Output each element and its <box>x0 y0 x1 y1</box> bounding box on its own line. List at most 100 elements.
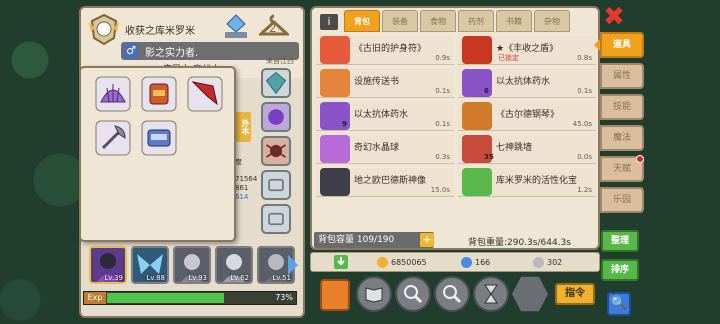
magnifier-icon <box>404 285 423 304</box>
gem-amount: 166 <box>461 255 490 271</box>
side-tab[interactable]: 属性 <box>600 63 644 89</box>
backpack-capacity: 背包容量 109/190 <box>314 232 434 248</box>
gem-pedestal-icon[interactable] <box>221 12 251 42</box>
notification-dot <box>636 155 644 163</box>
item-status: 已锁定 <box>498 54 519 62</box>
tab-equipment[interactable]: 装备 <box>382 10 418 32</box>
purple-gem-slot-icon[interactable] <box>261 102 291 132</box>
stat-value: 度 <box>235 158 242 166</box>
party-level: Lv.88 <box>146 274 165 282</box>
yellow-tab-label: 外 <box>241 119 250 127</box>
item-weight: 0.3s <box>435 153 450 161</box>
spider-slot-icon[interactable] <box>261 136 291 166</box>
empty-slot-icon[interactable] <box>261 204 291 234</box>
item-weight: 0.1s <box>435 87 450 95</box>
inventory-item[interactable]: 《古尔德钢琴》 45.0s <box>458 102 596 131</box>
side-tab[interactable]: 魔法 <box>600 125 644 151</box>
order-button[interactable]: 排序 <box>601 259 639 281</box>
inventory-item[interactable]: ★《丰收之盾》 已锁定 0.8s <box>458 36 596 65</box>
male-icon: ♂ <box>123 43 139 59</box>
exp-label: Exp <box>84 292 106 304</box>
diamond-icon <box>461 257 472 268</box>
backpack-weight: 背包重量:290.3s/644.3s <box>468 238 571 248</box>
party-member[interactable]: Lv.39 <box>89 246 127 284</box>
side-tab-label: 道具 <box>612 40 631 50</box>
item-weight: 1.2s <box>577 186 592 194</box>
side-tab[interactable]: 乐园 <box>600 187 644 213</box>
item-icon <box>320 135 350 163</box>
book-action-button[interactable] <box>356 276 392 312</box>
inventory-item[interactable]: 设施传送书 0.1s <box>316 69 454 98</box>
party-member[interactable]: Lv.88 <box>131 246 169 284</box>
search-action-button[interactable] <box>395 276 431 312</box>
item-name: 库米罗米的活性化宝 <box>496 176 578 186</box>
item-name: 以太抗体药水 <box>354 110 409 120</box>
gold-value: 6850065 <box>391 258 427 267</box>
inventory-item[interactable]: 奇幻水晶球 0.3s <box>316 135 454 164</box>
character-title: 收获之库米罗米 <box>125 26 195 37</box>
yellow-tab[interactable]: 外本 <box>235 112 251 142</box>
item-quantity: 9 <box>342 120 347 128</box>
expand-capacity-button[interactable]: + <box>420 233 434 247</box>
gem-slot-icon[interactable] <box>261 68 291 98</box>
inventory-panel: i 背包 装备 食物 药剂 书籍 杂物 《古旧的护身符》 0.9s ★《丰收之盾》已… <box>310 6 600 250</box>
item-icon <box>320 36 350 64</box>
red-weapon-icon[interactable] <box>187 76 223 112</box>
side-tab[interactable]: 道具 <box>594 32 644 58</box>
character-name: 影之实力者. <box>145 48 199 59</box>
command-button[interactable]: 指令 <box>555 283 595 305</box>
inspect-action-button[interactable] <box>434 276 470 312</box>
side-tab-label: 魔法 <box>612 133 631 143</box>
item-weight: 15.0s <box>430 186 450 194</box>
stat-value: 71564 <box>235 175 258 183</box>
side-tab-label: 天赋 <box>612 164 631 174</box>
tab-books[interactable]: 书籍 <box>496 10 532 32</box>
inventory-item[interactable]: 6 以太抗体药水 0.1s <box>458 69 596 98</box>
info-icon[interactable]: i <box>320 14 338 30</box>
hanger-icon[interactable]: 2 <box>259 12 289 42</box>
side-tab[interactable]: 天赋 <box>600 155 644 182</box>
hourglass-icon <box>484 284 498 304</box>
item-quantity: 35 <box>484 153 494 161</box>
medal-icon <box>533 257 544 268</box>
inventory-item[interactable]: 地之欧巴德斯神像 15.0s <box>316 168 454 197</box>
item-weight: 0.1s <box>577 87 592 95</box>
item-name: 《古旧的护身符》 <box>354 44 427 54</box>
svg-text:2: 2 <box>269 21 277 35</box>
search-button[interactable]: 🔍 <box>607 292 631 316</box>
party-level: Lv.39 <box>104 274 123 282</box>
close-icon[interactable]: ✖ <box>603 4 625 30</box>
inventory-item[interactable]: 库米罗米的活性化宝 1.2s <box>458 168 596 197</box>
tab-backpack[interactable]: 背包 <box>344 10 380 32</box>
shell-icon[interactable] <box>95 76 131 112</box>
item-icon <box>462 168 492 196</box>
inventory-item[interactable]: 9 以太抗体药水 0.1s <box>316 102 454 131</box>
exp-percent: 73% <box>275 293 293 302</box>
item-icon <box>462 102 492 130</box>
tab-misc[interactable]: 杂物 <box>534 10 570 32</box>
wait-action-button[interactable] <box>473 276 509 312</box>
item-name: 地之欧巴德斯神像 <box>354 176 427 186</box>
party-level: Lv.51 <box>272 274 291 282</box>
inventory-item[interactable]: 35 七神跳墙 0.0s <box>458 135 596 164</box>
empty-slot-icon[interactable] <box>261 170 291 200</box>
party-member[interactable]: Lv.93 <box>173 246 211 284</box>
backpack-icon[interactable] <box>141 76 177 112</box>
inventory-item[interactable]: 《古旧的护身符》 0.9s <box>316 36 454 65</box>
party-member[interactable]: Lv.62 <box>215 246 253 284</box>
yellow-tab-label: 本 <box>241 127 250 135</box>
gold-amount: 6850065 <box>377 255 427 271</box>
exp-bar: Exp 73% <box>83 291 297 305</box>
armor-chest-icon[interactable] <box>141 120 177 156</box>
item-weight: 0.8s <box>577 54 592 62</box>
quick-item-slot[interactable] <box>320 279 350 311</box>
side-tab[interactable]: 技能 <box>600 94 644 120</box>
axe-icon[interactable] <box>95 120 131 156</box>
tab-potion[interactable]: 药剂 <box>458 10 494 32</box>
tab-food[interactable]: 食物 <box>420 10 456 32</box>
item-icon <box>320 69 350 97</box>
sort-button[interactable]: 整理 <box>601 230 639 252</box>
next-party-arrow-icon[interactable] <box>288 255 298 275</box>
item-name: 以太抗体药水 <box>496 77 551 87</box>
download-icon[interactable] <box>333 254 349 270</box>
